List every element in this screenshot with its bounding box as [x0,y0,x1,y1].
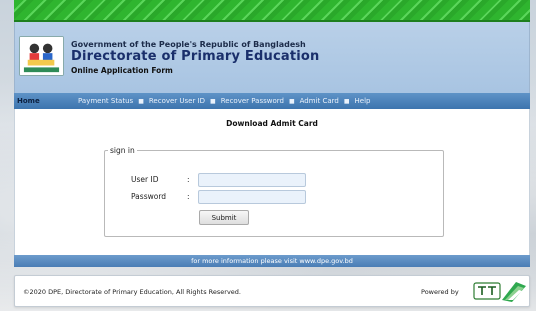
nav-separator: ■ [288,97,295,105]
page-title: Download Admit Card [226,119,318,128]
nav-separator: ■ [210,97,216,105]
nav-help[interactable]: Help [355,97,371,105]
nav-payment-status[interactable]: Payment Status [78,97,133,105]
nav-separator: ■ [138,97,144,105]
nav-separator: ■ [343,97,350,105]
signin-legend: sign in [110,146,135,155]
user-id-input[interactable] [198,173,306,187]
site-header: Government of the People's Republic of B… [14,22,530,93]
government-label: Government of the People's Republic of B… [71,40,306,49]
info-bar: for more information please visit www.dp… [14,255,530,267]
password-label: Password [131,192,167,201]
nav-recover-user-id[interactable]: Recover User ID [149,97,205,105]
user-id-label: User ID [131,175,159,184]
site-footer: ©2020 DPE, Directorate of Primary Educat… [14,275,530,307]
signin-form: sign in User ID : Password : Submit [104,146,444,237]
main-content: Download Admit Card sign in User ID : Pa… [14,109,530,255]
password-colon: : [187,192,190,201]
dpe-logo-icon [19,36,64,76]
password-input[interactable] [198,190,306,204]
page-container: Government of the People's Republic of B… [14,0,530,311]
submit-button[interactable]: Submit [199,210,249,225]
nav-recover-password[interactable]: Recover Password [221,97,284,105]
nav-home[interactable]: Home [14,97,78,105]
copyright-text: ©2020 DPE, Directorate of Primary Educat… [23,288,242,296]
form-title: Online Application Form [71,66,173,75]
user-id-colon: : [187,175,190,184]
directorate-title: Directorate of Primary Education [71,49,320,64]
top-green-stripe [14,0,530,22]
nav-admit-card[interactable]: Admit Card [300,97,339,105]
main-nav: Home Payment Status ■ Recover User ID ■ … [14,93,530,109]
powered-by-label: Powered by [421,288,459,296]
teletalk-icon[interactable] [472,278,528,305]
